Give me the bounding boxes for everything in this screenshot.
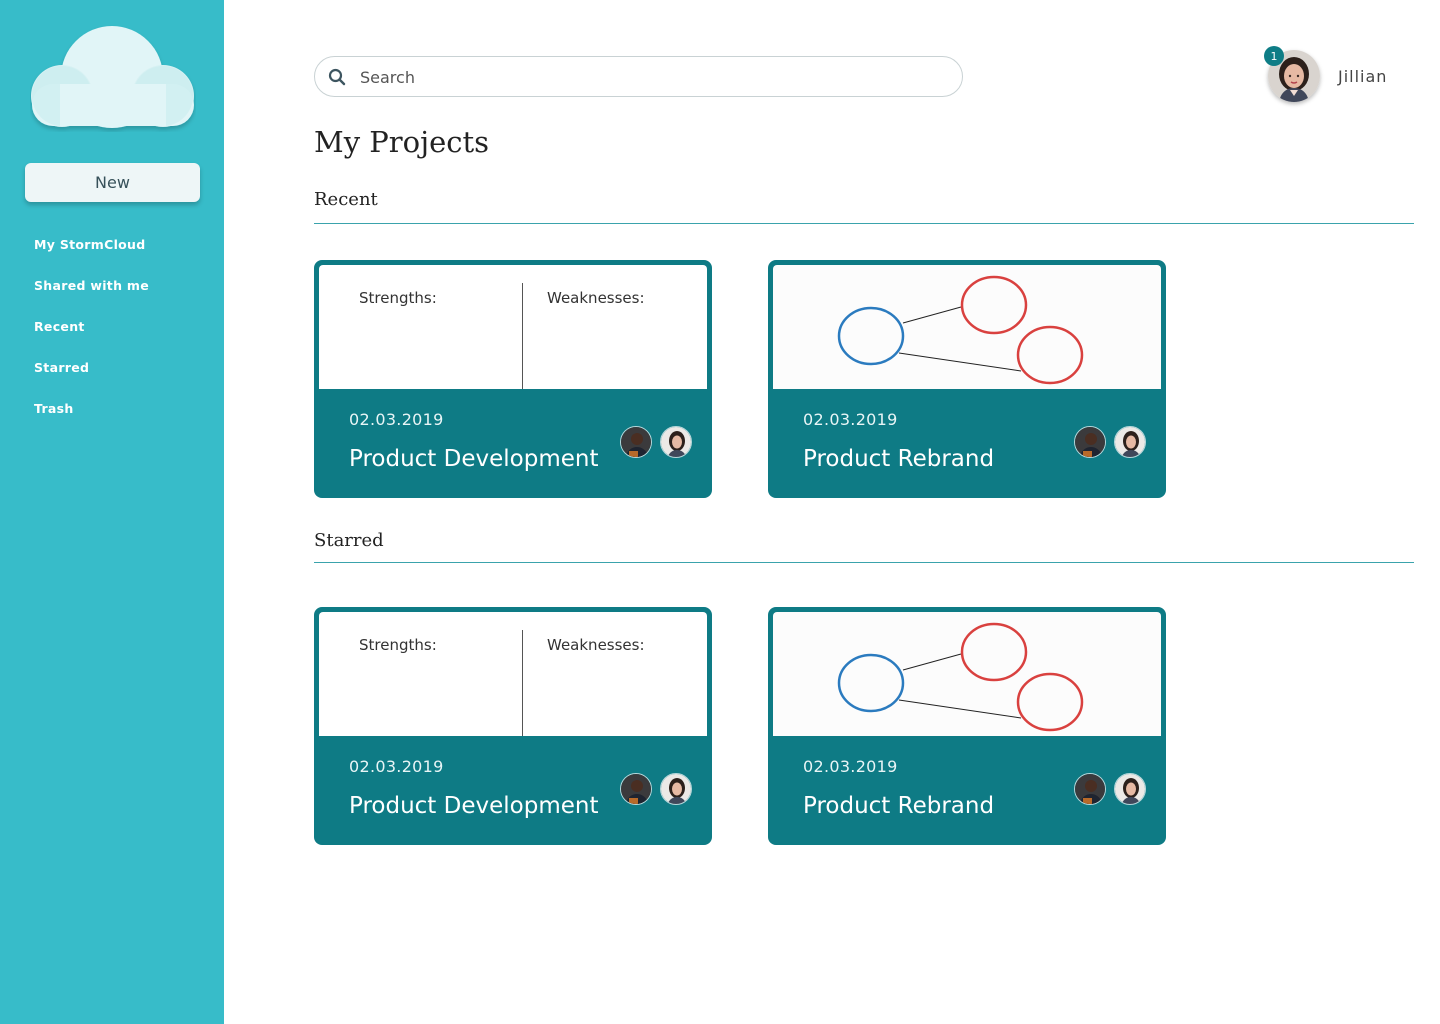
sidebar-item-trash[interactable]: Trash [34, 400, 149, 441]
card-title: Product Rebrand [803, 793, 995, 819]
cloud-logo-icon[interactable] [30, 24, 196, 132]
new-button[interactable]: New [25, 163, 200, 202]
card-title: Product Rebrand [803, 446, 995, 472]
card-date: 02.03.2019 [803, 410, 898, 429]
section-title-starred: Starred [314, 530, 384, 551]
card-date: 02.03.2019 [803, 757, 898, 776]
card-date: 02.03.2019 [349, 410, 444, 429]
sidebar-nav: My StormCloud Shared with me Recent Star… [34, 236, 149, 441]
card-preview-strengths-weaknesses: Strengths: Weaknesses: [319, 612, 707, 736]
weaknesses-label: Weaknesses: [547, 289, 645, 307]
search-input[interactable] [360, 65, 940, 89]
sidebar-item-starred[interactable]: Starred [34, 359, 149, 400]
sidebar-item-recent[interactable]: Recent [34, 318, 149, 359]
card-preview-mind-map [773, 265, 1161, 389]
mind-map-diagram [837, 622, 1084, 732]
project-card[interactable]: 02.03.2019 Product Rebrand [768, 260, 1166, 498]
user-name[interactable]: Jillian [1338, 67, 1387, 86]
search-bar[interactable] [314, 56, 963, 97]
project-card[interactable]: Strengths: Weaknesses: 02.03.2019 Produc… [314, 260, 712, 498]
page-title: My Projects [314, 125, 490, 159]
card-preview-strengths-weaknesses: Strengths: Weaknesses: [319, 265, 707, 389]
collaborator-avatar[interactable] [1074, 426, 1106, 458]
mind-map-diagram [837, 275, 1084, 385]
section-divider [314, 562, 1414, 563]
strengths-label: Strengths: [359, 636, 437, 654]
sidebar-item-shared-with-me[interactable]: Shared with me [34, 277, 149, 318]
strengths-label: Strengths: [359, 289, 437, 307]
project-card[interactable]: 02.03.2019 Product Rebrand [768, 607, 1166, 845]
card-date: 02.03.2019 [349, 757, 444, 776]
collaborator-avatar[interactable] [1114, 426, 1146, 458]
collaborator-avatar[interactable] [660, 773, 692, 805]
sidebar: New My StormCloud Shared with me Recent … [0, 0, 224, 1024]
collaborator-avatar[interactable] [660, 426, 692, 458]
collaborator-avatar[interactable] [620, 426, 652, 458]
section-divider [314, 223, 1414, 224]
card-preview-mind-map [773, 612, 1161, 736]
preview-divider [522, 630, 523, 736]
project-card[interactable]: Strengths: Weaknesses: 02.03.2019 Produc… [314, 607, 712, 845]
weaknesses-label: Weaknesses: [547, 636, 645, 654]
collaborator-avatar[interactable] [1114, 773, 1146, 805]
collaborator-avatar[interactable] [620, 773, 652, 805]
preview-divider [522, 283, 523, 389]
card-title: Product Development [349, 446, 599, 472]
sidebar-item-my-stormcloud[interactable]: My StormCloud [34, 236, 149, 277]
section-title-recent: Recent [314, 189, 378, 210]
search-icon[interactable] [327, 67, 347, 87]
collaborator-avatar[interactable] [1074, 773, 1106, 805]
notification-badge[interactable]: 1 [1264, 46, 1284, 66]
card-title: Product Development [349, 793, 599, 819]
